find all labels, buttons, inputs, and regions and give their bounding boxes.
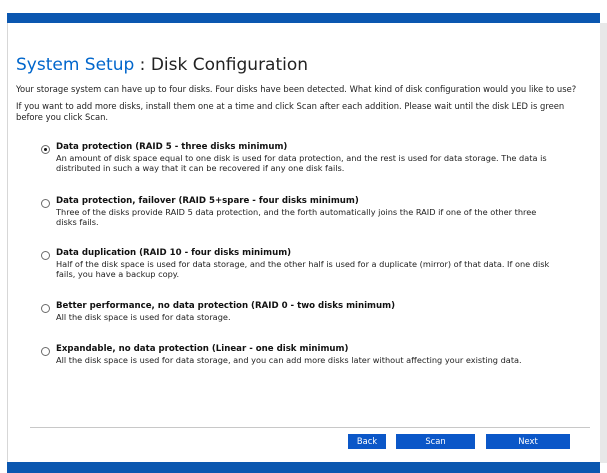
option-title: Better performance, no data protection (… (56, 301, 396, 311)
title-suffix: Disk Configuration (150, 55, 309, 75)
scrollbar[interactable] (600, 23, 607, 463)
option-desc: All the disk space is used for data stor… (56, 355, 522, 365)
next-button[interactable]: Next (486, 434, 570, 449)
radio-linear[interactable] (41, 347, 50, 356)
option-linear[interactable]: Expandable, no data protection (Linear -… (41, 344, 556, 365)
window: System Setup : Disk Configuration Your s… (0, 0, 607, 473)
footer-bar (7, 462, 600, 473)
title-prefix: System Setup (16, 55, 135, 75)
option-raid10[interactable]: Data duplication (RAID 10 - four disks m… (41, 248, 556, 279)
radio-raid0[interactable] (41, 304, 50, 313)
option-raid5-spare[interactable]: Data protection, failover (RAID 5+spare … (41, 196, 556, 227)
footer-divider (30, 427, 590, 428)
page-title: System Setup : Disk Configuration (16, 54, 596, 76)
radio-raid5[interactable] (41, 145, 50, 154)
option-raid0[interactable]: Better performance, no data protection (… (41, 301, 556, 322)
intro-text-1: Your storage system can have up to four … (16, 84, 577, 94)
option-title: Data protection, failover (RAID 5+spare … (56, 196, 359, 206)
back-button[interactable]: Back (348, 434, 386, 449)
radio-raid10[interactable] (41, 251, 50, 260)
option-raid5[interactable]: Data protection (RAID 5 - three disks mi… (41, 142, 556, 173)
top-margin (0, 0, 607, 13)
scan-button[interactable]: Scan (396, 434, 475, 449)
header-bar (7, 13, 600, 23)
option-desc: Half of the disk space is used for data … (56, 259, 550, 279)
option-title: Expandable, no data protection (Linear -… (56, 344, 349, 354)
radio-raid5-spare[interactable] (41, 199, 50, 208)
option-desc: All the disk space is used for data stor… (56, 312, 231, 322)
option-title: Data duplication (RAID 10 - four disks m… (56, 248, 292, 258)
option-desc: Three of the disks provide RAID 5 data p… (56, 207, 537, 227)
left-border (7, 23, 8, 463)
intro-text-2: If you want to add more disks, install t… (16, 101, 565, 122)
title-separator: : (134, 55, 151, 75)
option-title: Data protection (RAID 5 - three disks mi… (56, 142, 288, 152)
main-content: System Setup : Disk Configuration Your s… (16, 36, 596, 123)
option-desc: An amount of disk space equal to one dis… (56, 153, 547, 173)
